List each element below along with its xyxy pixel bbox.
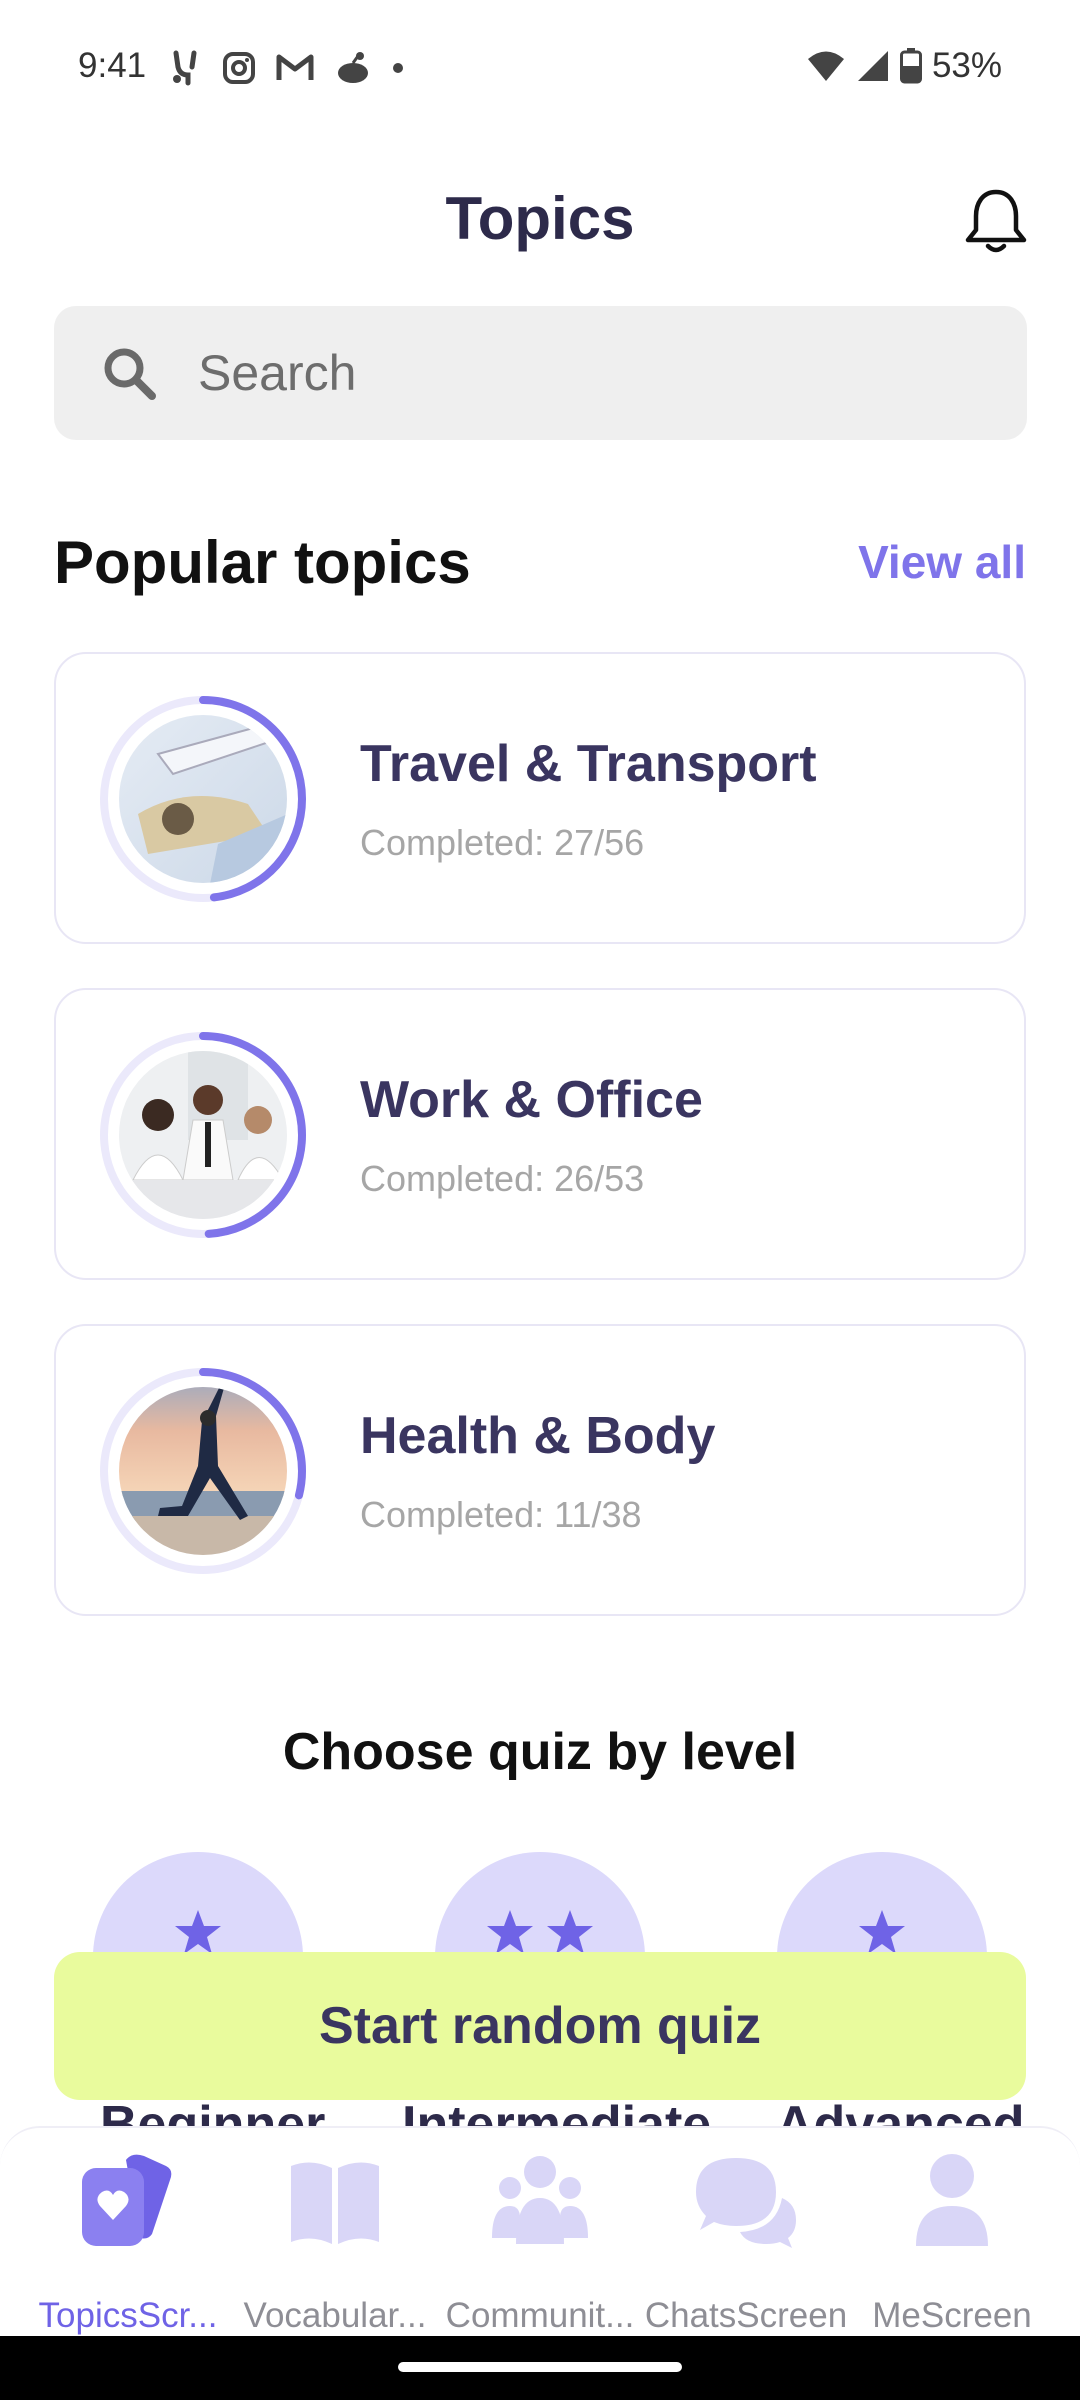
gmail-icon <box>276 54 314 80</box>
quiz-section-title: Choose quiz by level <box>282 1723 798 1781</box>
topic-progress-text: Completed: 11/38 <box>360 1494 642 1535</box>
nav-item-chats[interactable]: ChatsScreen <box>638 2148 854 2338</box>
star-icon <box>547 1910 593 1954</box>
nav-item-topics[interactable]: TopicsScr... <box>20 2148 236 2338</box>
status-bar: 9:41 53% <box>0 0 1080 135</box>
fork-icon <box>173 50 197 86</box>
search-bar[interactable] <box>54 306 1027 440</box>
topic-progress-ring <box>100 1368 306 1574</box>
bell-icon[interactable] <box>962 186 1030 256</box>
nav-item-vocabulary[interactable]: Vocabular... <box>227 2148 443 2338</box>
view-all-link[interactable]: View all <box>858 535 1026 589</box>
page-title: Topics <box>445 185 635 252</box>
battery-percent: 53% <box>931 46 1002 85</box>
nav-label: ChatsScreen <box>644 2296 848 2335</box>
search-input[interactable] <box>198 340 978 406</box>
topic-progress-text: Completed: 27/56 <box>360 822 645 863</box>
popular-topics-title: Popular topics <box>54 529 471 596</box>
topic-progress-text: Completed: 26/53 <box>360 1158 645 1199</box>
instagram-icon <box>223 52 255 84</box>
topic-name: Work & Office <box>360 1071 703 1129</box>
health-thumbnail <box>119 1387 287 1555</box>
nav-item-me[interactable]: MeScreen <box>844 2148 1060 2338</box>
start-random-quiz-button[interactable]: Start random quiz <box>54 1952 1026 2100</box>
chat-icon <box>696 2158 796 2248</box>
status-time: 9:41 <box>78 46 147 85</box>
home-gesture-pill[interactable] <box>398 2362 682 2372</box>
star-icon <box>859 1910 905 1954</box>
topic-name: Travel & Transport <box>360 735 817 793</box>
system-icons: 53% <box>806 46 1002 86</box>
nav-item-community[interactable]: Communit... <box>432 2148 648 2338</box>
cards-icon <box>82 2154 172 2246</box>
cell-signal-icon <box>857 51 888 81</box>
wifi-icon <box>807 51 844 81</box>
search-icon <box>104 348 156 400</box>
star-icon <box>487 1910 533 1954</box>
topic-card-health[interactable]: Health & Body Completed: 11/38 <box>54 1324 1026 1616</box>
star-icon <box>175 1910 221 1954</box>
work-thumbnail <box>119 1051 287 1219</box>
dot-icon <box>393 63 403 73</box>
topic-progress-ring <box>100 1032 306 1238</box>
topic-progress-ring <box>100 696 306 902</box>
people-icon <box>492 2156 588 2244</box>
reddit-icon <box>338 52 368 83</box>
nav-label: Communit... <box>445 2296 635 2335</box>
topic-card-travel[interactable]: Travel & Transport Completed: 27/56 <box>54 652 1026 944</box>
topic-card-work[interactable]: Work & Office Completed: 26/53 <box>54 988 1026 1280</box>
bottom-navigation: TopicsScr... Vocabular... Communit... Ch… <box>0 2126 1080 2336</box>
battery-icon <box>899 48 922 84</box>
system-navigation-bar <box>0 2336 1080 2400</box>
topic-name: Health & Body <box>360 1407 716 1465</box>
book-icon <box>291 2162 379 2244</box>
nav-label: MeScreen <box>872 2296 1032 2335</box>
person-icon <box>916 2154 988 2246</box>
travel-thumbnail <box>119 715 287 883</box>
notification-icons <box>168 48 404 88</box>
nav-label: TopicsScr... <box>38 2296 218 2335</box>
nav-label: Vocabular... <box>243 2296 427 2335</box>
